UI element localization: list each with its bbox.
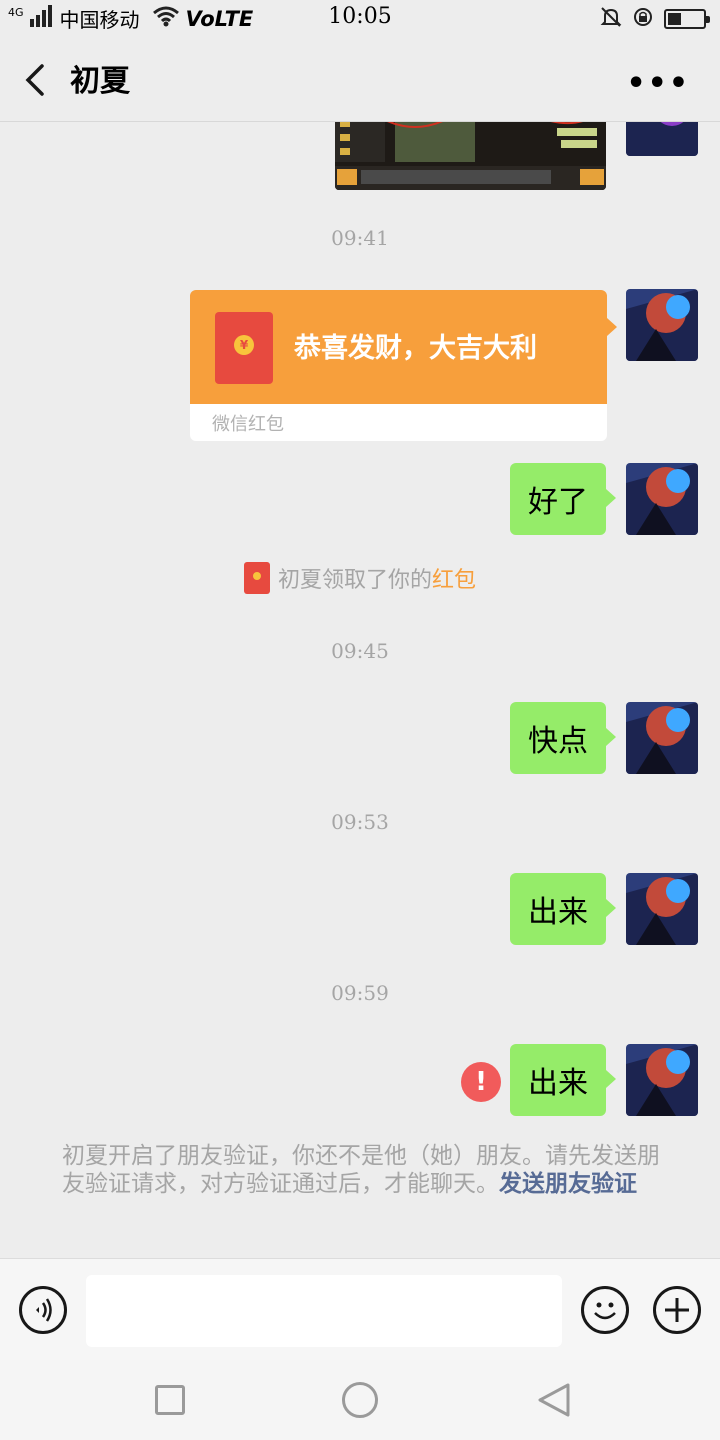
message-text: 快点	[528, 724, 588, 759]
voice-icon	[36, 1298, 52, 1322]
red-packet-small-icon	[243, 562, 270, 594]
recent-apps-button[interactable]	[155, 1385, 185, 1415]
timestamp: 09:53	[331, 810, 389, 834]
emoji-button[interactable]	[581, 1286, 629, 1334]
message-text: 出来	[528, 1066, 588, 1101]
send-failed-icon[interactable]: !	[461, 1062, 501, 1102]
text-message[interactable]: 出来	[510, 873, 616, 945]
red-packet-label: 微信红包	[212, 414, 284, 435]
red-packet-footer: 微信红包	[190, 404, 607, 441]
battery-icon	[664, 9, 710, 29]
avatar[interactable]	[626, 1044, 698, 1116]
more-button[interactable]: •••	[626, 66, 690, 101]
text-message[interactable]: 快点	[510, 702, 616, 774]
text-message[interactable]: 出来	[510, 1044, 616, 1116]
chat-title: 初夏	[70, 64, 130, 99]
status-right	[600, 6, 710, 32]
red-packet-message[interactable]: ¥ 恭喜发财，大吉大利 微信红包	[190, 290, 617, 441]
triangle-back-icon	[538, 1383, 570, 1417]
avatar[interactable]	[626, 289, 698, 361]
red-packet-title: 恭喜发财，大吉大利	[294, 333, 537, 364]
system-back-button[interactable]	[536, 1382, 572, 1418]
status-bar: 4G 中国移动 VoLTE 10:05	[0, 0, 720, 36]
avatar[interactable]	[626, 122, 698, 156]
avatar[interactable]	[626, 702, 698, 774]
system-nav-bar	[0, 1360, 720, 1440]
avatar[interactable]	[626, 463, 698, 535]
send-verification-link[interactable]: 发送朋友验证	[499, 1171, 637, 1197]
timestamp: 09:41	[331, 226, 389, 250]
system-message: 初夏领取了你的红包	[0, 562, 720, 594]
red-packet-body: ¥ 恭喜发财，大吉大利	[190, 290, 617, 404]
home-button[interactable]	[342, 1382, 378, 1418]
text-message[interactable]: 好了	[510, 463, 616, 535]
more-dots-icon: •••	[626, 66, 690, 101]
chat-header: 初夏 •••	[0, 36, 720, 122]
plus-button[interactable]	[653, 1286, 701, 1334]
rotation-lock-icon	[632, 6, 654, 32]
message-text: 好了	[528, 485, 588, 520]
red-packet-icon: ¥	[215, 312, 273, 384]
input-bar	[0, 1258, 720, 1360]
voice-button[interactable]	[19, 1286, 67, 1334]
red-packet-link[interactable]: 红包	[432, 568, 476, 593]
avatar[interactable]	[626, 873, 698, 945]
image-message[interactable]	[335, 122, 606, 190]
friend-verification-notice: 初夏开启了朋友验证，你还不是他（她）朋友。请先发送朋友验证请求，对方验证通过后，…	[62, 1142, 662, 1198]
timestamp: 09:45	[331, 639, 389, 663]
emoji-icon	[594, 1302, 616, 1320]
plus-icon	[665, 1298, 689, 1322]
chat-area[interactable]: 09:41 ¥ 恭喜发财，大吉大利 微信红包 好了 初夏领取了你的红包 09:4…	[0, 122, 720, 1258]
message-text: 出来	[528, 895, 588, 930]
chevron-left-icon	[25, 64, 44, 96]
back-button[interactable]	[20, 60, 56, 100]
message-input[interactable]	[86, 1275, 562, 1347]
system-text: 初夏领取了你的红包	[277, 568, 477, 593]
coin-icon: ¥	[234, 335, 254, 355]
mute-bell-icon	[600, 6, 622, 32]
timestamp: 09:59	[331, 981, 389, 1005]
